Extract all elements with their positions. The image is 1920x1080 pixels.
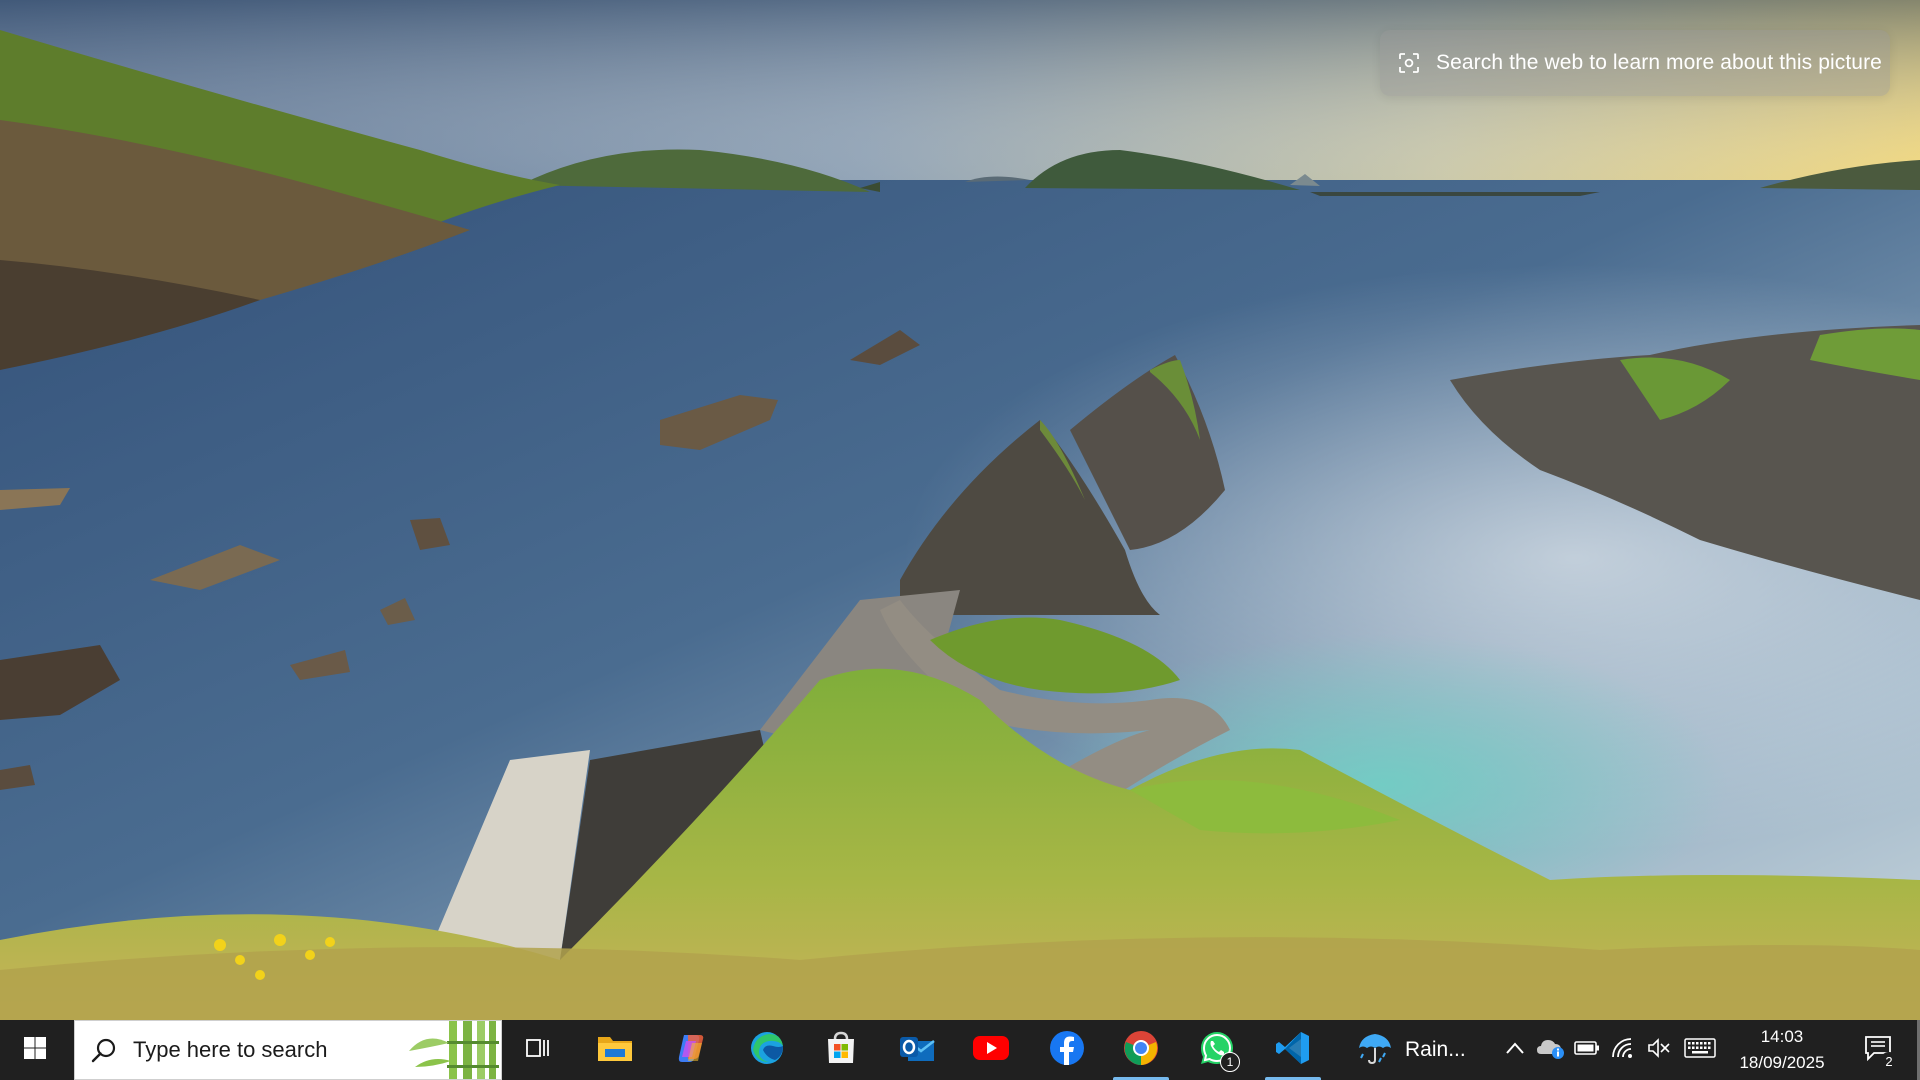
taskbar-app-file-explorer[interactable] <box>578 1020 652 1080</box>
taskbar-app-copilot[interactable] <box>654 1020 728 1080</box>
search-icon <box>89 1035 119 1065</box>
taskbar-app-vscode[interactable] <box>1256 1020 1330 1080</box>
taskbar-app-store[interactable] <box>804 1020 878 1080</box>
show-hidden-icons-button[interactable] <box>1498 1020 1532 1080</box>
weather-widget[interactable]: Rain... <box>1355 1020 1495 1080</box>
notification-center-button[interactable]: 2 <box>1848 1020 1908 1080</box>
onedrive-info-icon <box>1536 1036 1566 1065</box>
chrome-icon <box>1123 1030 1159 1071</box>
volume-muted-icon <box>1647 1037 1671 1063</box>
tray-onedrive[interactable] <box>1534 1020 1568 1080</box>
task-view-button[interactable] <box>505 1020 571 1080</box>
clock-date: 18/09/2025 <box>1739 1053 1825 1072</box>
facebook-icon <box>1049 1030 1085 1071</box>
tray-volume[interactable] <box>1642 1020 1676 1080</box>
copilot-icon <box>674 1031 708 1070</box>
keyboard-icon <box>1684 1037 1716 1063</box>
battery-icon <box>1574 1040 1600 1061</box>
learn-about-picture-label: Search the web to learn more about this … <box>1436 51 1882 74</box>
taskbar-app-chrome[interactable] <box>1104 1020 1178 1080</box>
taskbar-app-edge[interactable] <box>730 1020 804 1080</box>
search-placeholder: Type here to search <box>133 1037 328 1062</box>
taskbar-clock[interactable]: 14:03 18/09/2025 <box>1722 1020 1842 1080</box>
clock-time: 14:03 <box>1760 1027 1804 1046</box>
vscode-icon <box>1275 1030 1311 1071</box>
bamboo-search-highlight-icon <box>401 1021 501 1079</box>
notification-count: 2 <box>1880 1052 1898 1070</box>
taskbar-search-box[interactable]: Type here to search <box>74 1020 502 1080</box>
taskbar-app-facebook[interactable] <box>1030 1020 1104 1080</box>
file-explorer-icon <box>597 1033 633 1068</box>
taskbar-app-youtube[interactable] <box>954 1020 1028 1080</box>
visual-search-icon <box>1396 50 1422 76</box>
taskbar: Type here to search 1 Rain... 14:03 18/0… <box>0 1020 1920 1080</box>
chevron-up-icon <box>1505 1041 1525 1060</box>
outlook-icon <box>898 1031 936 1070</box>
youtube-icon <box>972 1034 1010 1067</box>
tray-battery[interactable] <box>1570 1020 1604 1080</box>
wifi-icon <box>1611 1037 1635 1064</box>
start-button[interactable] <box>0 1020 70 1080</box>
tray-network[interactable] <box>1606 1020 1640 1080</box>
tray-touch-keyboard[interactable] <box>1680 1020 1720 1080</box>
taskbar-app-whatsapp[interactable]: 1 <box>1180 1020 1254 1080</box>
windows-logo-icon <box>23 1036 47 1065</box>
desktop[interactable]: Search the web to learn more about this … <box>0 0 1920 1020</box>
umbrella-rain-icon <box>1355 1028 1395 1073</box>
desktop-wallpaper <box>0 0 1920 1020</box>
whatsapp-unread-badge: 1 <box>1220 1052 1240 1072</box>
edge-icon <box>749 1030 785 1071</box>
weather-text: Rain... <box>1405 1038 1466 1061</box>
taskbar-app-outlook[interactable] <box>880 1020 954 1080</box>
task-view-icon <box>525 1035 551 1066</box>
store-icon <box>824 1031 858 1070</box>
learn-about-picture-button[interactable]: Search the web to learn more about this … <box>1380 30 1890 96</box>
